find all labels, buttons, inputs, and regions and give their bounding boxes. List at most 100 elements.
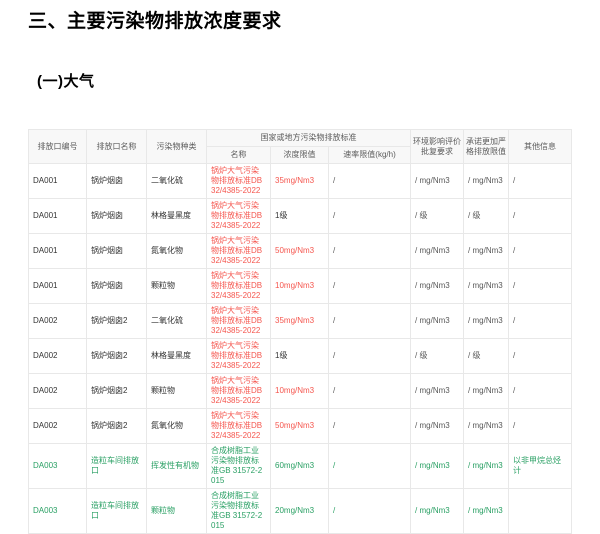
table-row: DA002 锅炉烟囱2 氮氧化物 锅炉大气污染物排放标准DB32/4385-20… bbox=[29, 409, 572, 444]
cell-pollutant-type: 氮氧化物 bbox=[147, 409, 207, 444]
cell-other-info bbox=[509, 489, 572, 534]
table-row: DA003 造粒车间排放口 颗粒物 合成树脂工业污染物排放标准GB 31572-… bbox=[29, 489, 572, 534]
cell-rate-limit: / bbox=[329, 444, 411, 489]
table-row: DA002 锅炉烟囱2 林格曼黑度 锅炉大气污染物排放标准DB32/4385-2… bbox=[29, 339, 572, 374]
cell-outlet-no: DA003 bbox=[29, 444, 87, 489]
cell-outlet-no: DA002 bbox=[29, 409, 87, 444]
col-header-standard-name: 名称 bbox=[207, 147, 271, 164]
cell-outlet-name: 锅炉烟囱 bbox=[87, 269, 147, 304]
cell-other-info: / bbox=[509, 269, 572, 304]
cell-rate-limit: / bbox=[329, 269, 411, 304]
cell-stricter-limit: / mg/Nm3 bbox=[464, 164, 509, 199]
cell-outlet-name: 锅炉烟囱2 bbox=[87, 409, 147, 444]
cell-rate-limit: / bbox=[329, 409, 411, 444]
document-page: 三、主要污染物排放浓度要求 (一)大气 排放口编号 排放口名称 污染物种类 国家… bbox=[0, 0, 600, 534]
cell-other-info: / bbox=[509, 374, 572, 409]
table-row: DA002 锅炉烟囱2 二氧化硫 锅炉大气污染物排放标准DB32/4385-20… bbox=[29, 304, 572, 339]
cell-concentration-limit: 10mg/Nm3 bbox=[271, 269, 329, 304]
cell-standard-name: 锅炉大气污染物排放标准DB32/4385-2022 bbox=[207, 234, 271, 269]
cell-outlet-name: 造粒车间排放口 bbox=[87, 444, 147, 489]
col-header-stricter-limit: 承诺更加严格排放限值 bbox=[464, 130, 509, 164]
table-body: DA001 锅炉烟囱 二氧化硫 锅炉大气污染物排放标准DB32/4385-202… bbox=[29, 164, 572, 534]
page-title: 三、主要污染物排放浓度要求 bbox=[28, 6, 572, 33]
cell-eia-requirement: / mg/Nm3 bbox=[411, 444, 464, 489]
cell-other-info: / bbox=[509, 199, 572, 234]
table-row: DA001 锅炉烟囱 氮氧化物 锅炉大气污染物排放标准DB32/4385-202… bbox=[29, 234, 572, 269]
cell-stricter-limit: / mg/Nm3 bbox=[464, 489, 509, 534]
cell-concentration-limit: 10mg/Nm3 bbox=[271, 374, 329, 409]
cell-outlet-no: DA003 bbox=[29, 489, 87, 534]
cell-concentration-limit: 50mg/Nm3 bbox=[271, 409, 329, 444]
cell-standard-name: 合成树脂工业污染物排放标准GB 31572-2015 bbox=[207, 489, 271, 534]
col-header-standard-group: 国家或地方污染物排放标准 bbox=[207, 130, 411, 147]
col-header-other-info: 其他信息 bbox=[509, 130, 572, 164]
cell-rate-limit: / bbox=[329, 374, 411, 409]
cell-other-info: / bbox=[509, 234, 572, 269]
header-row-top: 排放口编号 排放口名称 污染物种类 国家或地方污染物排放标准 环境影响评价批复要… bbox=[29, 130, 572, 147]
air-emission-limits-table: 排放口编号 排放口名称 污染物种类 国家或地方污染物排放标准 环境影响评价批复要… bbox=[28, 129, 572, 534]
cell-pollutant-type: 氮氧化物 bbox=[147, 234, 207, 269]
cell-pollutant-type: 林格曼黑度 bbox=[147, 199, 207, 234]
cell-concentration-limit: 1级 bbox=[271, 339, 329, 374]
cell-standard-name: 合成树脂工业污染物排放标准GB 31572-2015 bbox=[207, 444, 271, 489]
cell-pollutant-type: 颗粒物 bbox=[147, 269, 207, 304]
cell-outlet-name: 锅炉烟囱2 bbox=[87, 304, 147, 339]
table-row: DA001 锅炉烟囱 颗粒物 锅炉大气污染物排放标准DB32/4385-2022… bbox=[29, 269, 572, 304]
cell-pollutant-type: 颗粒物 bbox=[147, 489, 207, 534]
cell-outlet-name: 锅炉烟囱 bbox=[87, 164, 147, 199]
cell-standard-name: 锅炉大气污染物排放标准DB32/4385-2022 bbox=[207, 409, 271, 444]
cell-stricter-limit: / mg/Nm3 bbox=[464, 234, 509, 269]
cell-eia-requirement: / 级 bbox=[411, 199, 464, 234]
section-title-air: (一)大气 bbox=[37, 70, 572, 91]
table-row: DA001 锅炉烟囱 二氧化硫 锅炉大气污染物排放标准DB32/4385-202… bbox=[29, 164, 572, 199]
cell-rate-limit: / bbox=[329, 489, 411, 534]
cell-outlet-no: DA001 bbox=[29, 164, 87, 199]
cell-rate-limit: / bbox=[329, 304, 411, 339]
cell-standard-name: 锅炉大气污染物排放标准DB32/4385-2022 bbox=[207, 374, 271, 409]
cell-standard-name: 锅炉大气污染物排放标准DB32/4385-2022 bbox=[207, 269, 271, 304]
cell-rate-limit: / bbox=[329, 164, 411, 199]
cell-standard-name: 锅炉大气污染物排放标准DB32/4385-2022 bbox=[207, 339, 271, 374]
cell-rate-limit: / bbox=[329, 339, 411, 374]
cell-pollutant-type: 二氧化硫 bbox=[147, 164, 207, 199]
cell-eia-requirement: / 级 bbox=[411, 339, 464, 374]
cell-eia-requirement: / mg/Nm3 bbox=[411, 304, 464, 339]
cell-stricter-limit: / mg/Nm3 bbox=[464, 304, 509, 339]
cell-eia-requirement: / mg/Nm3 bbox=[411, 374, 464, 409]
cell-outlet-no: DA002 bbox=[29, 304, 87, 339]
cell-stricter-limit: / 级 bbox=[464, 199, 509, 234]
cell-standard-name: 锅炉大气污染物排放标准DB32/4385-2022 bbox=[207, 304, 271, 339]
cell-other-info: / bbox=[509, 304, 572, 339]
cell-outlet-name: 造粒车间排放口 bbox=[87, 489, 147, 534]
cell-concentration-limit: 35mg/Nm3 bbox=[271, 304, 329, 339]
col-header-outlet-name: 排放口名称 bbox=[87, 130, 147, 164]
cell-pollutant-type: 挥发性有机物 bbox=[147, 444, 207, 489]
cell-eia-requirement: / mg/Nm3 bbox=[411, 164, 464, 199]
cell-other-info: / bbox=[509, 164, 572, 199]
cell-outlet-no: DA001 bbox=[29, 234, 87, 269]
cell-eia-requirement: / mg/Nm3 bbox=[411, 234, 464, 269]
cell-pollutant-type: 二氧化硫 bbox=[147, 304, 207, 339]
cell-outlet-no: DA002 bbox=[29, 374, 87, 409]
col-header-rate-limit: 速率限值(kg/h) bbox=[329, 147, 411, 164]
cell-other-info: / bbox=[509, 409, 572, 444]
cell-outlet-name: 锅炉烟囱 bbox=[87, 199, 147, 234]
cell-outlet-no: DA002 bbox=[29, 339, 87, 374]
cell-concentration-limit: 35mg/Nm3 bbox=[271, 164, 329, 199]
cell-concentration-limit: 20mg/Nm3 bbox=[271, 489, 329, 534]
cell-rate-limit: / bbox=[329, 199, 411, 234]
table-header: 排放口编号 排放口名称 污染物种类 国家或地方污染物排放标准 环境影响评价批复要… bbox=[29, 130, 572, 164]
cell-concentration-limit: 60mg/Nm3 bbox=[271, 444, 329, 489]
cell-other-info: / bbox=[509, 339, 572, 374]
cell-pollutant-type: 林格曼黑度 bbox=[147, 339, 207, 374]
cell-rate-limit: / bbox=[329, 234, 411, 269]
cell-outlet-no: DA001 bbox=[29, 269, 87, 304]
table-row: DA003 造粒车间排放口 挥发性有机物 合成树脂工业污染物排放标准GB 315… bbox=[29, 444, 572, 489]
cell-eia-requirement: / mg/Nm3 bbox=[411, 489, 464, 534]
col-header-pollutant-type: 污染物种类 bbox=[147, 130, 207, 164]
cell-eia-requirement: / mg/Nm3 bbox=[411, 269, 464, 304]
cell-outlet-name: 锅炉烟囱2 bbox=[87, 374, 147, 409]
table-row: DA002 锅炉烟囱2 颗粒物 锅炉大气污染物排放标准DB32/4385-202… bbox=[29, 374, 572, 409]
table-row: DA001 锅炉烟囱 林格曼黑度 锅炉大气污染物排放标准DB32/4385-20… bbox=[29, 199, 572, 234]
col-header-outlet-no: 排放口编号 bbox=[29, 130, 87, 164]
